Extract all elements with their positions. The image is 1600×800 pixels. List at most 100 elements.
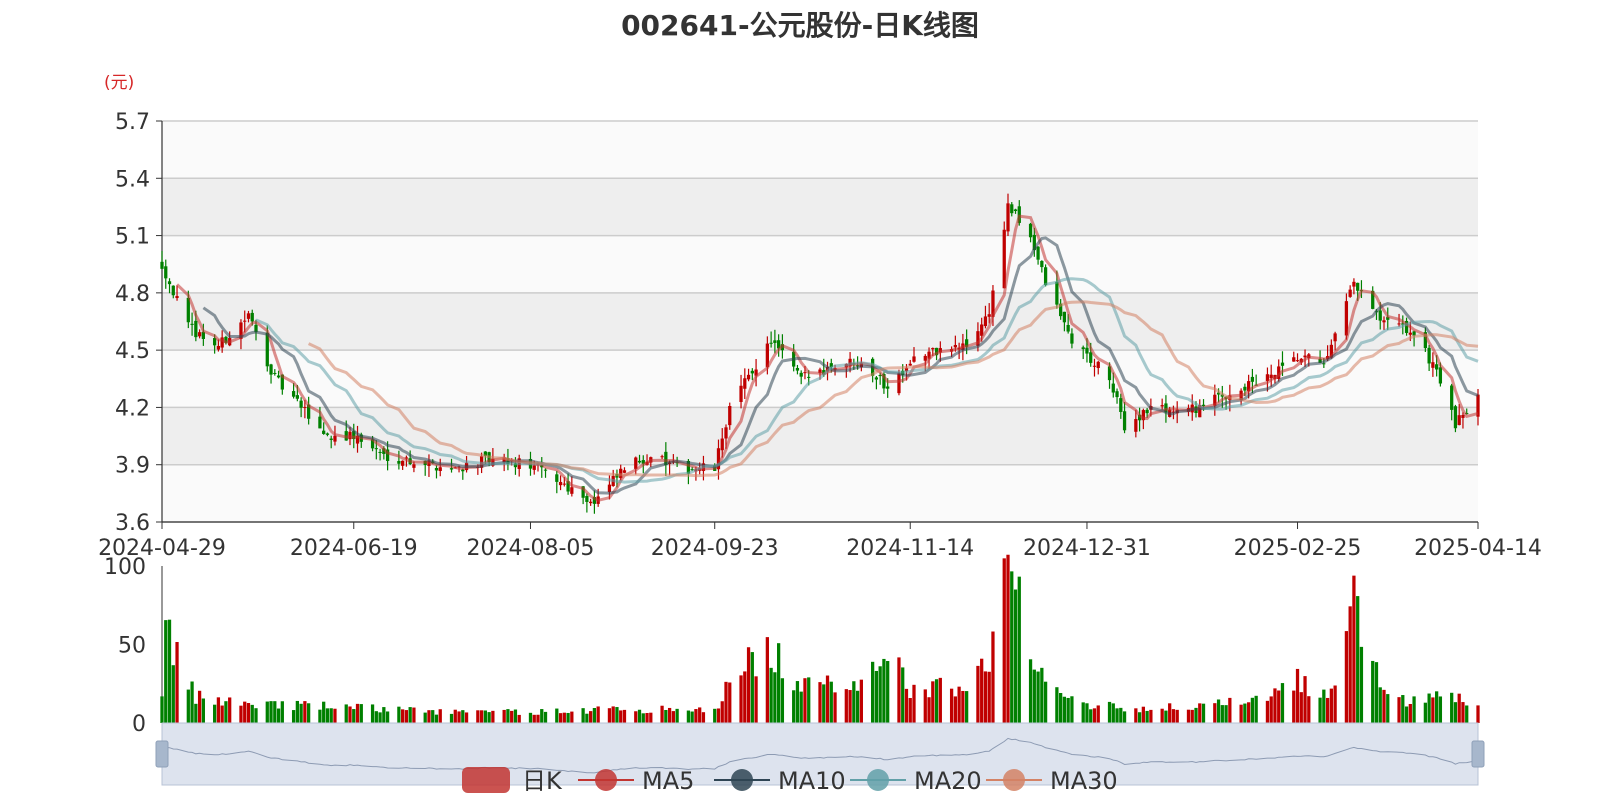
grid-band — [162, 235, 1478, 293]
volume-bar — [397, 706, 401, 723]
candle-body — [1378, 310, 1382, 321]
volume-bar — [1292, 690, 1296, 723]
candle-body — [769, 342, 773, 344]
volume-bar — [1089, 709, 1093, 723]
volume-bar — [1277, 690, 1281, 723]
candle-body — [164, 266, 168, 279]
candle-body — [246, 313, 251, 319]
volume-bar — [1427, 693, 1431, 723]
candle-body — [1134, 419, 1138, 432]
volume-bar — [931, 681, 935, 723]
volume-bar — [307, 703, 311, 723]
candle-body — [449, 468, 454, 470]
candle-body — [1085, 347, 1089, 354]
candle-body — [728, 406, 732, 426]
volume-bar — [923, 689, 927, 723]
volume-bar — [464, 712, 469, 723]
candle-body — [197, 332, 202, 337]
candle-body — [739, 385, 743, 402]
volume-bar — [1457, 693, 1461, 723]
candle-body — [720, 438, 724, 451]
candle-body — [397, 461, 401, 464]
volume-bar — [1371, 660, 1375, 723]
volume-bar — [825, 675, 830, 723]
volume-bar — [991, 631, 995, 723]
volume-bar — [566, 712, 570, 723]
candle-body — [194, 320, 198, 338]
candle-body — [1055, 281, 1059, 305]
legend-label: 日K — [522, 767, 563, 795]
candle-body — [175, 296, 179, 299]
volume-bar — [449, 713, 454, 723]
volume-bar — [1382, 689, 1386, 723]
volume-bar — [690, 711, 694, 723]
volume-bar — [562, 712, 566, 723]
volume-bar — [1171, 709, 1176, 723]
candle-body — [1160, 405, 1164, 407]
price-tick-label: 4.8 — [115, 282, 150, 307]
grid-band — [162, 121, 1478, 179]
volume-bar — [291, 710, 296, 723]
volume-bar — [728, 682, 732, 723]
volume-bar — [513, 709, 518, 723]
candle-body — [1092, 365, 1097, 367]
volume-bar — [536, 714, 540, 723]
volume-bar — [408, 707, 412, 723]
candle-body — [273, 372, 277, 374]
volume-bar — [239, 705, 243, 723]
volume-bar — [1081, 702, 1085, 723]
volume-bar — [479, 710, 484, 723]
volume-bar — [882, 658, 886, 723]
volume-bar — [874, 670, 879, 723]
candle-body — [1356, 282, 1360, 291]
volume-bar — [611, 706, 615, 723]
volume-bar — [216, 697, 221, 723]
volume-bar — [1013, 589, 1018, 723]
volume-bar — [1145, 710, 1149, 723]
candle-body — [322, 430, 326, 434]
volume-bar — [382, 707, 386, 723]
volume-bar — [370, 704, 375, 723]
candle-body — [401, 460, 405, 466]
volume-bar — [1160, 708, 1164, 723]
candle-body — [438, 467, 442, 472]
volume-bar — [1435, 691, 1439, 723]
volume-bar — [1198, 703, 1202, 723]
volume-bar — [276, 708, 281, 723]
volume-bar — [799, 691, 803, 723]
volume-bar — [213, 704, 217, 723]
volume-bar — [983, 671, 988, 723]
volume-bar — [622, 709, 627, 723]
price-tick-label: 5.7 — [115, 110, 150, 135]
volume-bar — [431, 710, 435, 723]
x-tick-label: 2024-11-14 — [846, 536, 974, 561]
price-tick-label: 4.5 — [115, 339, 150, 364]
volume-bar — [404, 710, 409, 723]
volume-bar — [1201, 703, 1206, 723]
volume-bar — [374, 711, 378, 723]
volume-bar — [1107, 701, 1112, 723]
volume-bar — [1352, 575, 1356, 723]
volume-bar — [1265, 700, 1270, 723]
candle-body — [1013, 209, 1018, 212]
volume-bar — [660, 705, 664, 723]
volume-bar — [295, 700, 299, 723]
volume-bar — [461, 710, 465, 723]
volume-tick-label: 0 — [132, 712, 146, 737]
candle-body — [750, 370, 754, 374]
volume-bar — [1378, 687, 1382, 723]
volume-bar — [1397, 697, 1401, 723]
volume-bar — [1111, 703, 1115, 723]
volume-bar — [333, 708, 337, 723]
volume-bar — [1190, 709, 1194, 723]
volume-bar — [1356, 596, 1360, 723]
volume-bar — [1085, 703, 1089, 723]
volume-bar — [318, 709, 322, 723]
volume-bar — [818, 682, 822, 723]
volume-bar — [1431, 697, 1435, 723]
volume-bar — [750, 652, 754, 723]
volume-bar — [1040, 667, 1044, 723]
volume-bar — [1401, 695, 1405, 723]
volume-bar — [1010, 571, 1014, 723]
candle-body — [1397, 323, 1401, 325]
